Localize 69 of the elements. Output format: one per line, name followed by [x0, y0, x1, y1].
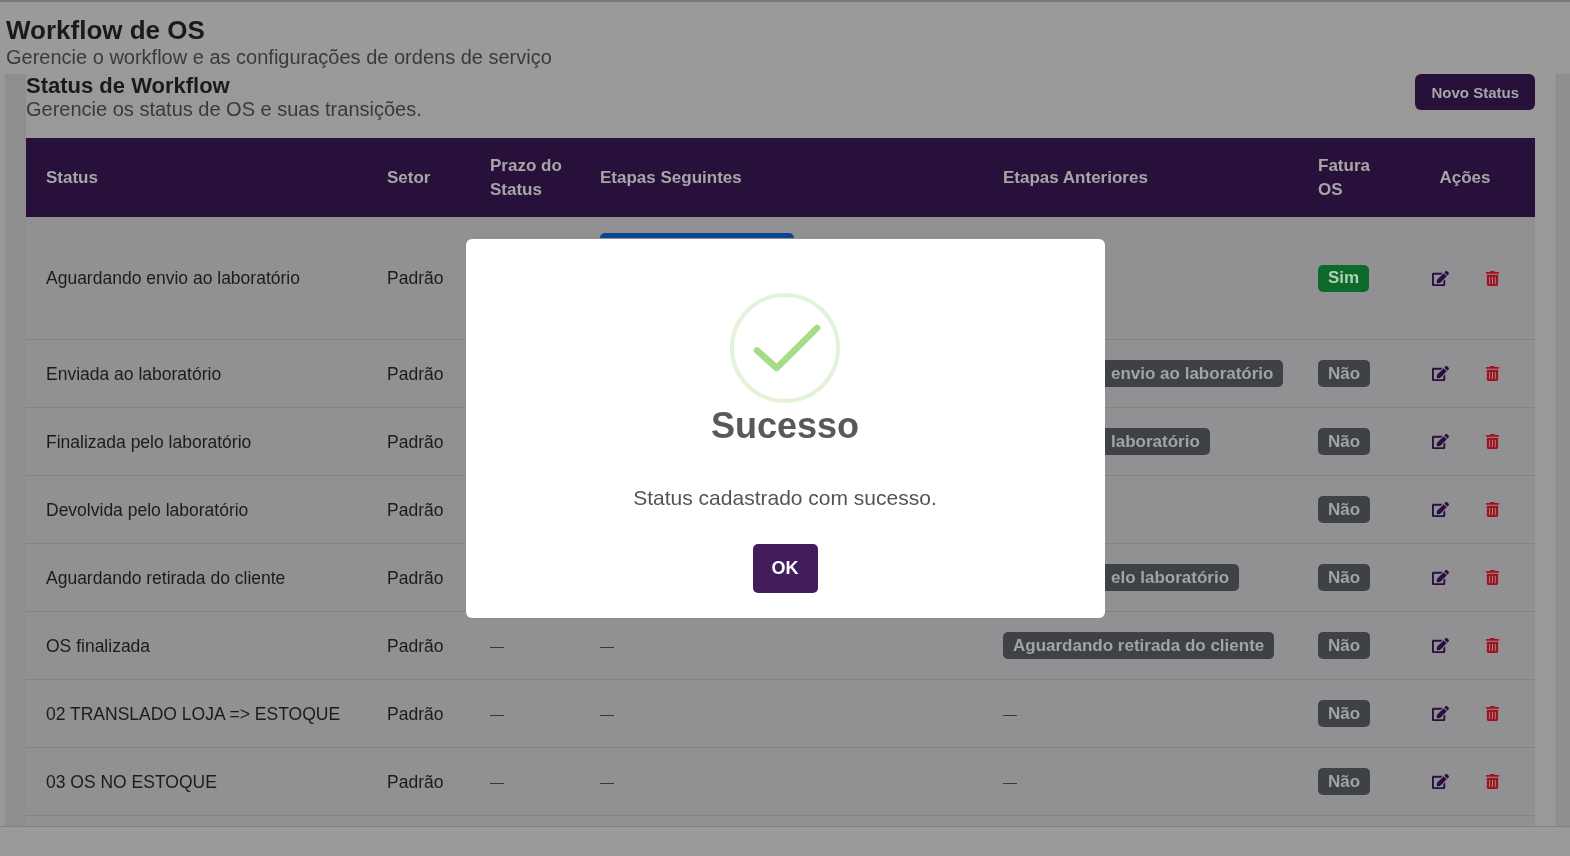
- invoice-tag: Não: [1318, 428, 1371, 455]
- edit-icon[interactable]: [1432, 637, 1449, 654]
- new-status-button[interactable]: Novo Status: [1415, 74, 1535, 110]
- step-tag: laboratório: [1103, 428, 1210, 455]
- invoice-tag: Não: [1318, 632, 1371, 659]
- previous-steps-value: —: [1003, 772, 1017, 792]
- status-name: Enviada ao laboratório: [46, 362, 222, 385]
- step-tag: elo laboratório: [1103, 564, 1240, 591]
- trash-icon[interactable]: [1485, 434, 1500, 449]
- previous-steps-value: —: [1003, 704, 1017, 724]
- column-header: Fatura OS: [1318, 155, 1370, 199]
- status-name: Aguardando envio ao laboratório: [46, 267, 300, 289]
- step-tag: envio ao laboratório: [1103, 360, 1284, 387]
- trash-icon[interactable]: [1485, 638, 1500, 653]
- trash-icon[interactable]: [1485, 502, 1500, 517]
- column-header: Prazo do Status: [490, 155, 562, 199]
- sector-name: Padrão: [387, 702, 444, 725]
- edit-icon[interactable]: [1432, 365, 1449, 382]
- trash-icon[interactable]: [1485, 774, 1500, 789]
- trash-icon[interactable]: [1485, 366, 1500, 381]
- deadline-value: —: [490, 772, 504, 792]
- page-subtitle: Gerencie o workflow e as configurações de ordens de serviço: [6, 45, 553, 69]
- next-steps-value: —: [600, 704, 614, 724]
- deadline-value: —: [490, 636, 504, 656]
- column-header: Ações: [1439, 167, 1491, 187]
- next-steps-value: —: [600, 636, 614, 656]
- sector-name: Padrão: [387, 362, 444, 385]
- invoice-tag: Não: [1318, 496, 1371, 523]
- status-name: 03 OS NO ESTOQUE: [46, 770, 217, 793]
- column-header: Status: [46, 167, 98, 187]
- deadline-value: —: [490, 704, 504, 724]
- invoice-tag: Não: [1318, 360, 1371, 387]
- step-tag: Aguardando retirada do cliente: [1003, 632, 1275, 659]
- status-name: Aguardando retirada do cliente: [46, 566, 286, 589]
- sector-name: Padrão: [387, 267, 444, 289]
- sector-name: Padrão: [387, 634, 444, 657]
- sector-name: Padrão: [387, 498, 444, 521]
- column-header: Etapas Seguintes: [600, 167, 742, 187]
- invoice-tag: Não: [1318, 564, 1371, 591]
- section-subtitle: Gerencie os status de OS e suas transições.: [26, 98, 422, 120]
- sector-name: Padrão: [387, 770, 444, 793]
- edit-icon[interactable]: [1432, 705, 1449, 722]
- column-header: Setor: [387, 167, 431, 187]
- trash-icon[interactable]: [1485, 270, 1500, 286]
- status-name: OS finalizada: [46, 634, 151, 657]
- invoice-tag: Não: [1318, 700, 1371, 727]
- invoice-tag: Não: [1318, 768, 1371, 795]
- scrollbar-track[interactable]: [1556, 74, 1570, 826]
- dialog-title: Sucesso: [710, 403, 860, 448]
- status-name: Devolvida pelo laboratório: [46, 498, 249, 521]
- ok-button[interactable]: OK: [752, 543, 818, 593]
- edit-icon[interactable]: [1432, 269, 1449, 287]
- column-header: Etapas Anteriores: [1003, 167, 1148, 187]
- invoice-tag: Sim: [1318, 264, 1370, 292]
- status-name: Finalizada pelo laboratório: [46, 430, 252, 453]
- success-check-icon: [730, 292, 840, 403]
- trash-icon[interactable]: [1485, 706, 1500, 721]
- sector-name: Padrão: [387, 430, 444, 453]
- status-name: 02 TRANSLADO LOJA => ESTOQUE: [46, 702, 341, 725]
- trash-icon[interactable]: [1485, 570, 1500, 585]
- section-title: Status de Workflow: [26, 74, 231, 98]
- page-title: Workflow de OS: [6, 15, 206, 45]
- edit-icon[interactable]: [1432, 569, 1449, 586]
- dialog-message: Status cadastrado com sucesso.: [633, 484, 937, 511]
- edit-icon[interactable]: [1432, 773, 1449, 790]
- edit-icon[interactable]: [1432, 433, 1449, 450]
- next-steps-value: —: [600, 772, 614, 792]
- sector-name: Padrão: [387, 566, 444, 589]
- edit-icon[interactable]: [1432, 501, 1449, 518]
